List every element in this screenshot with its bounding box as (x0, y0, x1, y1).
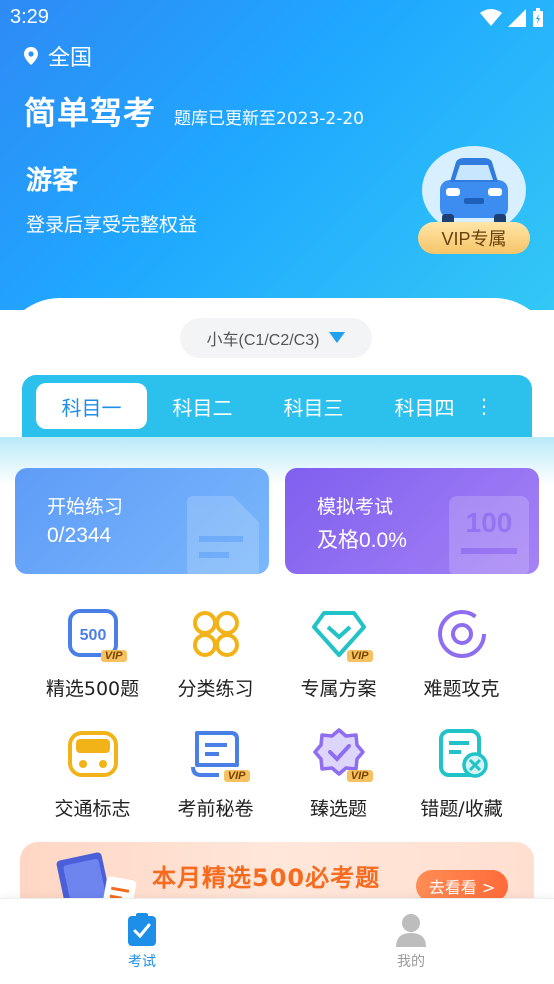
brand: 简单驾考 题库已更新至2023-2-20 (24, 88, 364, 134)
feature-label: 分类练习 (177, 678, 254, 700)
wrong-questions-icon (432, 724, 492, 784)
vip-label: VIP专属 (418, 222, 530, 254)
traffic-sign-icon (63, 724, 123, 784)
status-time: 3:29 (10, 6, 49, 28)
nav-exam[interactable]: 考试 (102, 913, 182, 971)
score-paper-icon: 100 (449, 496, 529, 574)
feature-exclusive-plan[interactable]: VIP 专属方案 (276, 604, 401, 714)
svg-text:100: 100 (466, 507, 513, 538)
location-pin-icon (24, 47, 38, 65)
tab-overflow: ⋮ (480, 394, 494, 418)
user-name[interactable]: 游客 (26, 160, 78, 197)
tab-subject-2[interactable]: 科目二 (147, 383, 258, 429)
nav-mine-label: 我的 (397, 954, 425, 970)
target-ring-icon (432, 604, 492, 664)
feature-category-practice[interactable]: 分类练习 (153, 604, 278, 714)
feature-label: 精选500题 (45, 678, 140, 700)
tab-subject-1[interactable]: 科目一 (36, 383, 147, 429)
start-practice-card[interactable]: 开始练习 0/2344 (15, 468, 269, 574)
category-grid-icon (186, 604, 246, 664)
license-type-selector[interactable]: 小车(C1/C2/C3) (180, 318, 372, 358)
vip-tag: VIP (100, 650, 127, 662)
tab-subject-4[interactable]: 科目四 (369, 383, 480, 429)
nav-exam-label: 考试 (128, 954, 156, 970)
user-profile-icon (396, 914, 426, 947)
app-title: 简单驾考 (24, 94, 157, 132)
vip-tag: VIP (346, 650, 373, 662)
promo-title: 本月精选500必考题 (152, 864, 381, 892)
feature-label: 错题/收藏 (420, 798, 503, 820)
mock-exam-card[interactable]: 模拟考试 及格0.0% 100 (285, 468, 539, 574)
500-questions-icon: 500 VIP (63, 604, 127, 664)
feature-premium-questions[interactable]: VIP 臻选题 (276, 724, 401, 834)
bottom-nav: 考试 我的 (0, 898, 554, 984)
car-icon (440, 158, 508, 226)
svg-text:500: 500 (79, 627, 106, 644)
login-hint[interactable]: 登录后享受完整权益 (26, 210, 197, 237)
feature-label: 专属方案 (300, 678, 377, 700)
practice-card-title: 开始练习 (47, 496, 124, 518)
feature-pre-exam-paper[interactable]: VIP 考前秘卷 (153, 724, 278, 834)
signal-icon (508, 9, 526, 27)
license-type-label: 小车(C1/C2/C3) (206, 332, 320, 349)
subject-tabs: 科目一 科目二 科目三 科目四 ⋮ (22, 375, 532, 437)
practice-progress: 0/2344 (47, 524, 112, 547)
vip-car-circle (422, 146, 526, 234)
status-icons (480, 8, 544, 28)
feature-label: 交通标志 (54, 798, 131, 820)
feature-label: 考前秘卷 (177, 798, 254, 820)
vip-tag: VIP (223, 770, 250, 782)
location-label: 全国 (48, 46, 93, 71)
feature-hard-questions[interactable]: 难题攻克 (399, 604, 524, 714)
feature-wrong-favorites[interactable]: 错题/收藏 (399, 724, 524, 834)
exam-pass-rate: 及格0.0% (317, 529, 407, 552)
location-selector[interactable]: 全国 (24, 40, 92, 72)
vip-tag: VIP (346, 770, 373, 782)
dropdown-triangle-icon (329, 332, 346, 343)
battery-icon (533, 8, 543, 27)
tab-subject-3[interactable]: 科目三 (258, 383, 369, 429)
feature-label: 难题攻克 (423, 678, 500, 700)
wifi-icon (480, 9, 502, 26)
feature-label: 臻选题 (309, 798, 367, 820)
secret-paper-icon: VIP (186, 724, 250, 784)
document-icon (187, 496, 259, 574)
status-bar: 3:29 (0, 0, 554, 38)
feature-selected-500[interactable]: 500 VIP 精选500题 (30, 604, 155, 714)
feature-traffic-signs[interactable]: 交通标志 (30, 724, 155, 834)
exam-clipboard-icon (128, 913, 156, 946)
nav-mine[interactable]: 我的 (371, 913, 451, 971)
diamond-icon: VIP (309, 604, 373, 664)
exam-card-title: 模拟考试 (317, 496, 394, 518)
bank-update-text: 题库已更新至2023-2-20 (174, 109, 364, 129)
badge-check-icon: VIP (309, 724, 373, 784)
vip-badge[interactable]: VIP专属 (418, 146, 530, 256)
